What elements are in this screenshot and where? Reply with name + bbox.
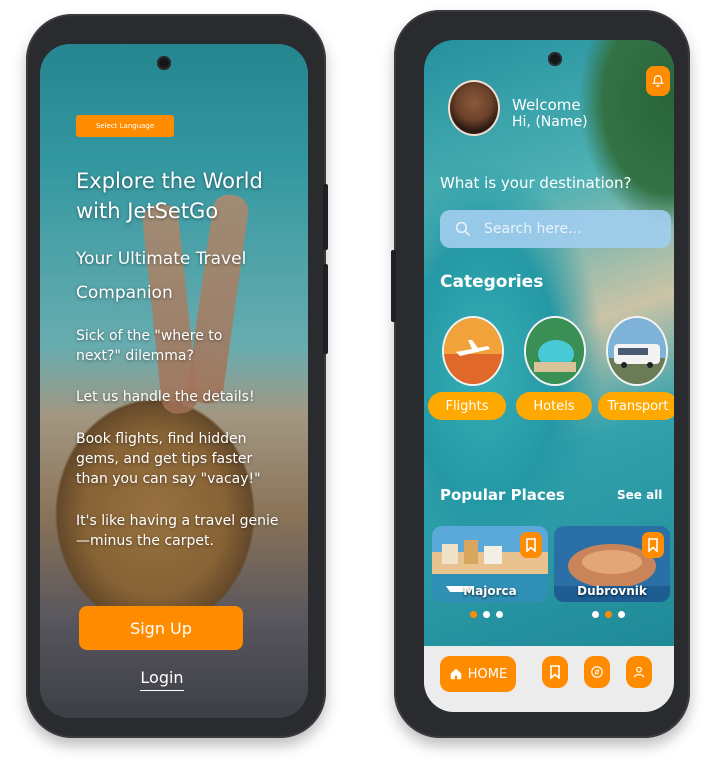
home-nav-label: HOME [467, 666, 508, 682]
onboarding-screen: Select Language Explore the World with J… [40, 44, 308, 718]
login-link[interactable]: Login [140, 668, 184, 691]
place-name: Majorca [463, 584, 517, 598]
categories-title: Categories [440, 272, 544, 292]
welcome-text: Welcome [512, 96, 581, 114]
see-all-link[interactable]: See all [617, 488, 662, 502]
intro-text-2: Let us handle the details! [76, 389, 255, 405]
airplane-sunset-image [444, 318, 502, 384]
front-camera [157, 56, 171, 70]
carousel-dot[interactable] [592, 611, 599, 618]
carousel-dot[interactable] [483, 611, 490, 618]
home-icon [450, 668, 462, 680]
notification-button[interactable] [646, 66, 670, 96]
search-icon [455, 221, 471, 237]
place-name: Dubrovnik [577, 584, 647, 598]
profile-nav-button[interactable] [626, 656, 652, 688]
intro-text-3: Book flights, find hidden gems, and get … [76, 431, 261, 487]
carousel-dot-active[interactable] [605, 611, 612, 618]
greeting-text: Hi, (Name) [512, 114, 588, 130]
avatar[interactable] [448, 80, 500, 136]
place-card-majorca[interactable]: Majorca [432, 526, 548, 602]
carousel-dot-active[interactable] [470, 611, 477, 618]
flights-category-image[interactable] [442, 316, 504, 386]
flights-button[interactable]: Flights [428, 392, 506, 420]
bus-image [608, 318, 666, 384]
onboarding-phone: Select Language Explore the World with J… [26, 14, 328, 738]
compass-icon [591, 666, 603, 678]
subheadline: Your Ultimate Travel Companion [76, 249, 247, 303]
sign-up-button[interactable]: Sign Up [79, 606, 243, 650]
hotels-button[interactable]: Hotels [516, 392, 592, 420]
search-placeholder: Search here... [484, 221, 582, 237]
bookmark-button[interactable] [642, 532, 664, 558]
volume-button [323, 184, 328, 250]
home-phone: Welcome Hi, (Name) What is your destinat… [391, 10, 690, 738]
transport-category-image[interactable] [606, 316, 668, 386]
bookmark-icon [648, 538, 658, 552]
resort-image [526, 318, 584, 384]
side-button [391, 250, 396, 322]
transport-button[interactable]: Transport [598, 392, 674, 420]
place-card-dubrovnik[interactable]: Dubrovnik [554, 526, 670, 602]
user-icon [633, 666, 645, 678]
carousel-dot[interactable] [618, 611, 625, 618]
explore-nav-button[interactable] [584, 656, 610, 688]
carousel-dot[interactable] [496, 611, 503, 618]
destination-question: What is your destination? [440, 174, 632, 192]
intro-text-4: It's like having a travel genie—minus th… [76, 513, 279, 549]
search-input[interactable]: Search here... [440, 210, 671, 248]
bell-icon [652, 75, 664, 87]
bookmark-icon [550, 665, 560, 679]
intro-text-1: Sick of the "where to next?" dilemma? [76, 328, 223, 364]
bottom-nav: HOME [424, 646, 674, 712]
select-language-button[interactable]: Select Language [76, 115, 174, 137]
home-screen: Welcome Hi, (Name) What is your destinat… [424, 40, 674, 712]
saved-nav-button[interactable] [542, 656, 568, 688]
hotels-category-image[interactable] [524, 316, 586, 386]
bookmark-button[interactable] [520, 532, 542, 558]
power-button [323, 264, 328, 354]
headline: Explore the World with JetSetGo [76, 169, 263, 223]
front-camera [548, 52, 562, 66]
popular-places-title: Popular Places [440, 486, 565, 504]
home-nav-button[interactable]: HOME [440, 656, 516, 692]
bookmark-icon [526, 538, 536, 552]
